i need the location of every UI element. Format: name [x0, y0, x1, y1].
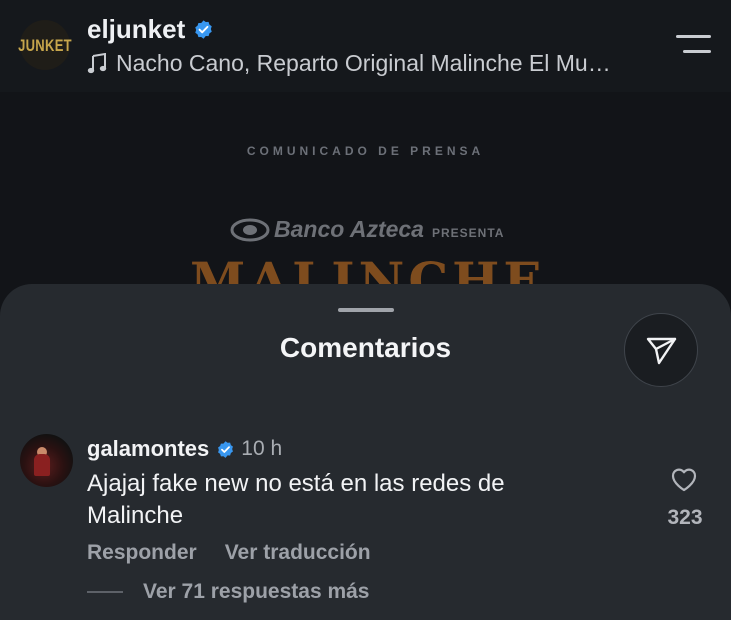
sponsor-name: Banco Azteca	[274, 216, 424, 242]
music-note-icon	[87, 52, 107, 73]
audio-attribution[interactable]: Nacho Cano, Reparto Original Malinche El…	[87, 50, 611, 77]
comment-meta: galamontes 10 h	[87, 436, 282, 462]
audio-text: Nacho Cano, Reparto Original Malinche El…	[116, 50, 611, 76]
post-username[interactable]: eljunket	[87, 14, 214, 45]
menu-icon[interactable]	[676, 34, 711, 56]
paper-plane-icon	[646, 337, 677, 365]
commenter-username[interactable]: galamontes	[87, 436, 209, 462]
bank-logo-icon	[230, 218, 270, 241]
comments-sheet: Comentarios galamontes 10 h Ajajaj fake …	[0, 284, 731, 620]
comment-actions: Responder Ver traducción	[87, 541, 399, 565]
replies-divider	[87, 591, 123, 593]
verified-badge-icon	[195, 20, 212, 39]
view-replies-button[interactable]: Ver 71 respuestas más	[87, 580, 370, 604]
sponsor-row: Banco Azteca PRESENTA	[230, 216, 504, 243]
view-replies-label[interactable]: Ver 71 respuestas más	[143, 580, 370, 604]
translate-button[interactable]: Ver traducción	[225, 541, 371, 565]
reply-button[interactable]: Responder	[87, 541, 197, 565]
username-text[interactable]: eljunket	[87, 14, 185, 45]
sheet-drag-handle[interactable]	[338, 308, 394, 312]
comment-text: Ajajaj fake new no está en las redes de …	[87, 470, 505, 529]
heart-icon[interactable]	[670, 466, 698, 492]
verified-badge-icon	[218, 440, 234, 458]
comment-timestamp: 10 h	[241, 437, 283, 460]
like-count: 323	[667, 506, 703, 529]
avatar-figure-body	[34, 454, 50, 476]
profile-avatar[interactable]: JUNKET	[18, 20, 72, 70]
avatar-logo-text: JUNKET	[18, 35, 72, 55]
sponsor-presents: PRESENTA	[431, 225, 505, 240]
post-header: JUNKET eljunket Nacho Cano, Reparto Orig…	[0, 0, 731, 92]
commenter-avatar[interactable]	[20, 434, 73, 487]
share-button[interactable]	[624, 313, 698, 387]
sheet-title: Comentarios	[279, 332, 452, 363]
press-release-label: COMUNICADO DE PRENSA	[246, 144, 485, 158]
